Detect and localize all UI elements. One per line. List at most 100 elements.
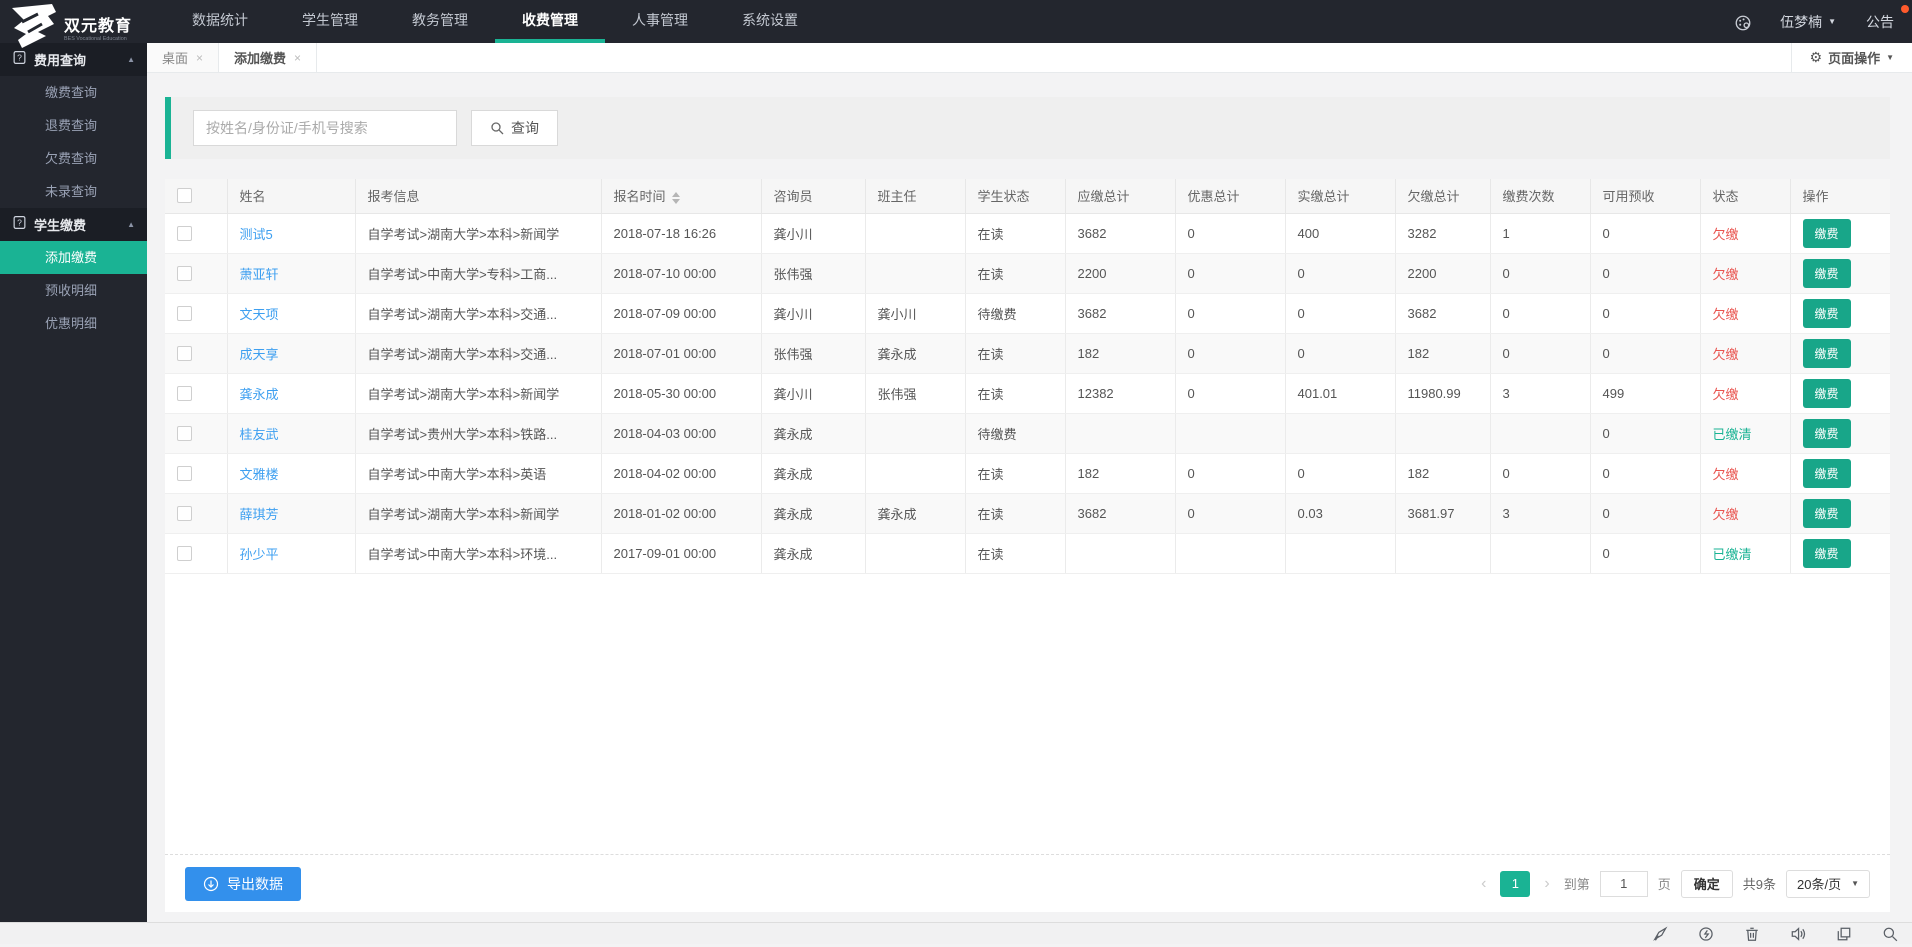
pay-button[interactable]: 缴费 (1803, 499, 1851, 528)
student-name-link[interactable]: 薛琪芳 (240, 507, 279, 522)
col-header-咨询员: 咨询员 (761, 179, 865, 213)
col-label: 实缴总计 (1298, 189, 1350, 204)
export-button[interactable]: 导出数据 (185, 867, 301, 901)
sidebar-item-未录查询[interactable]: 未录查询 (0, 175, 147, 208)
student-name-link[interactable]: 成天享 (240, 347, 279, 362)
nav-item-收费管理[interactable]: 收费管理 (495, 0, 605, 43)
pay-button[interactable]: 缴费 (1803, 219, 1851, 248)
pay-button[interactable]: 缴费 (1803, 379, 1851, 408)
row-checkbox[interactable] (177, 226, 192, 241)
row-checkbox[interactable] (177, 466, 192, 481)
status-badge: 欠缴 (1713, 307, 1739, 322)
sidebar-item-预收明细[interactable]: 预收明细 (0, 274, 147, 307)
current-page-button[interactable]: 1 (1500, 871, 1530, 897)
row-checkbox[interactable] (177, 266, 192, 281)
goto-page-input[interactable] (1600, 871, 1648, 897)
nav-item-系统设置[interactable]: 系统设置 (715, 0, 825, 43)
discount-total-cell: 0 (1175, 333, 1285, 373)
nav-item-数据统计[interactable]: 数据统计 (165, 0, 275, 43)
row-checkbox[interactable] (177, 506, 192, 521)
head-teacher-cell (865, 413, 965, 453)
nav-item-学生管理[interactable]: 学生管理 (275, 0, 385, 43)
nav-item-人事管理[interactable]: 人事管理 (605, 0, 715, 43)
col-header-班主任: 班主任 (865, 179, 965, 213)
nav-item-教务管理[interactable]: 教务管理 (385, 0, 495, 43)
svg-text:?: ? (17, 217, 22, 227)
head-teacher-cell (865, 533, 965, 573)
head-teacher-cell (865, 453, 965, 493)
student-name-link[interactable]: 文雅楼 (240, 467, 279, 482)
section-label: 学生缴费 (34, 215, 86, 234)
row-checkbox[interactable] (177, 306, 192, 321)
confirm-page-button[interactable]: 确定 (1681, 870, 1733, 898)
status-badge: 欠缴 (1713, 227, 1739, 242)
pay-button[interactable]: 缴费 (1803, 299, 1851, 328)
user-menu[interactable]: 伍梦楠 ▼ (1780, 12, 1836, 32)
sidebar-section-学生缴费[interactable]: ?学生缴费▲ (0, 208, 147, 241)
paid-total-cell: 401.01 (1285, 373, 1395, 413)
enroll-time-cell: 2018-01-02 00:00 (601, 493, 761, 533)
prepay-cell: 0 (1590, 253, 1700, 293)
prepay-cell: 0 (1590, 453, 1700, 493)
discount-total-cell (1175, 413, 1285, 453)
row-checkbox[interactable] (177, 346, 192, 361)
discount-total-cell: 0 (1175, 253, 1285, 293)
sidebar-item-欠费查询[interactable]: 欠费查询 (0, 142, 147, 175)
pay-button[interactable]: 缴费 (1803, 459, 1851, 488)
student-name-link[interactable]: 孙少平 (240, 547, 279, 562)
rocket-icon[interactable] (1652, 926, 1668, 942)
search-icon[interactable] (1882, 926, 1898, 942)
window-icon[interactable] (1836, 926, 1852, 942)
row-checkbox[interactable] (177, 426, 192, 441)
sidebar-item-优惠明细[interactable]: 优惠明细 (0, 307, 147, 340)
sidebar-item-退费查询[interactable]: 退费查询 (0, 109, 147, 142)
owed-total-cell: 11980.99 (1395, 373, 1490, 413)
enroll-time-cell: 2018-04-03 00:00 (601, 413, 761, 453)
paid-total-cell (1285, 413, 1395, 453)
close-icon[interactable]: × (196, 51, 203, 65)
student-name-link[interactable]: 龚永成 (240, 387, 279, 402)
sidebar-item-添加缴费[interactable]: 添加缴费 (0, 241, 147, 274)
due-total-cell: 2200 (1065, 253, 1175, 293)
pay-button[interactable]: 缴费 (1803, 339, 1851, 368)
row-checkbox[interactable] (177, 546, 192, 561)
history-icon[interactable] (1698, 926, 1714, 942)
trash-icon[interactable] (1744, 926, 1760, 942)
student-name-link[interactable]: 文天项 (240, 307, 279, 322)
action-cell: 缴费 (1790, 253, 1890, 293)
notice-link[interactable]: 公告 (1866, 12, 1894, 32)
brand-subtitle: BES Vocational Education (64, 36, 127, 41)
student-state-cell: 待缴费 (965, 413, 1065, 453)
col-header-缴费次数: 缴费次数 (1490, 179, 1590, 213)
student-state-cell: 在读 (965, 493, 1065, 533)
status-cell: 欠缴 (1700, 333, 1790, 373)
page-size-select[interactable]: 20条/页 ▼ (1786, 870, 1870, 898)
col-label: 姓名 (240, 189, 266, 204)
pay-button[interactable]: 缴费 (1803, 419, 1851, 448)
sidebar-item-缴费查询[interactable]: 缴费查询 (0, 76, 147, 109)
select-all-checkbox[interactable] (177, 188, 192, 203)
speaker-icon[interactable] (1790, 926, 1806, 942)
discount-total-cell: 0 (1175, 493, 1285, 533)
palette-icon[interactable] (1734, 14, 1750, 30)
tab-add-payment[interactable]: 添加缴费 × (219, 43, 317, 72)
student-name-link[interactable]: 测试5 (240, 227, 273, 242)
search-input[interactable] (193, 110, 457, 146)
search-button[interactable]: 查询 (471, 110, 558, 146)
student-name-link[interactable]: 萧亚轩 (240, 267, 279, 282)
next-page-button[interactable]: › (1540, 875, 1553, 893)
close-icon[interactable]: × (294, 51, 301, 65)
student-name-cell: 桂友武 (227, 413, 355, 453)
pay-button[interactable]: 缴费 (1803, 259, 1851, 288)
search-icon (490, 121, 504, 135)
row-select-cell (165, 533, 227, 573)
sort-icon[interactable] (672, 192, 680, 204)
col-label: 班主任 (878, 189, 917, 204)
student-name-link[interactable]: 桂友武 (240, 427, 279, 442)
paid-total-cell: 0 (1285, 253, 1395, 293)
row-checkbox[interactable] (177, 386, 192, 401)
pay-button[interactable]: 缴费 (1803, 539, 1851, 568)
page-actions-button[interactable]: ⚙ 页面操作 ▼ (1791, 43, 1912, 72)
prev-page-button[interactable]: ‹ (1477, 875, 1490, 893)
due-total-cell: 182 (1065, 453, 1175, 493)
